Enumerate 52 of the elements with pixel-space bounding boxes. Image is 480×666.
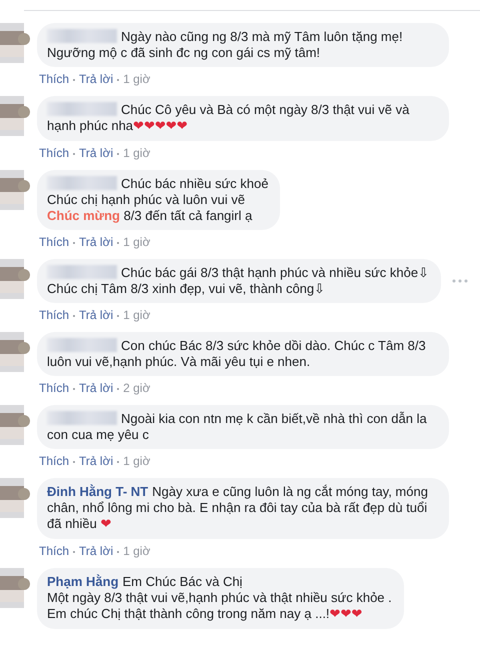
- action-link[interactable]: Thích: [39, 381, 70, 395]
- blurred-name: [47, 29, 117, 43]
- comment-text: Chúc bác nhiều sức khoẻ Chúc chị hạnh phúc và luôn vui vẽ Chúc mừng 8/3 đến tất cả fangirl ạ: [47, 176, 268, 224]
- action-link[interactable]: Thích: [39, 146, 70, 160]
- author-link[interactable]: Phạm Hằng: [47, 574, 119, 589]
- comment-text: Đinh Hằng T- NT Ngày xưa e cũng luôn là ng cắt móng tay, móng chân, nhổ lông mi cho bà. E nhận ra đôi tay của bà rất đẹp dù tuổi đã nhiều ❤: [47, 484, 429, 533]
- comment-time: 1 giờ: [123, 72, 150, 86]
- separator-dot: [73, 550, 76, 553]
- blurred-name: [47, 102, 117, 116]
- action-link[interactable]: Trả lời: [79, 544, 114, 558]
- blurred-name: [47, 338, 117, 352]
- comment-text: Chúc bác gái 8/3 thật hạnh phúc và nhiều sức khỏe⇩ Chúc chị Tâm 8/3 xinh đẹp, vui vẽ, thành công⇩: [47, 265, 430, 297]
- comment-time: 2 giờ: [123, 381, 150, 395]
- separator-dot: [117, 152, 120, 155]
- comment-text: Phạm Hằng Em Chúc Bác và Chị Một ngày 8/3 thật vui vẽ,hạnh phúc và thật nhiều sức khỏe . Em chúc Chị thật thành công trong năm nay ạ ...!❤❤❤: [47, 574, 392, 623]
- comment-text: Ngày nào cũng ng 8/3 mà mỹ Tâm luôn tặng mẹ! Ngưỡng mộ c đã sinh đc ng con gái cs mỹ tâm!: [47, 29, 404, 61]
- action-link[interactable]: Thích: [39, 308, 70, 322]
- comment-time: 1 giờ: [123, 544, 150, 558]
- separator-dot: [73, 78, 76, 81]
- comment-text: Con chúc Bác 8/3 sức khỏe dồi dào. Chúc c Tâm 8/3 luôn vui vẽ,hạnh phúc. Và mãi yêu tụi e nhen.: [47, 338, 427, 370]
- separator-dot: [117, 242, 120, 244]
- action-link[interactable]: Trả lời: [79, 308, 114, 322]
- author-link[interactable]: Đinh Hằng T- NT: [47, 484, 148, 499]
- blurred-name: [47, 265, 117, 279]
- comment-text: Chúc Cô yêu và Bà có một ngày 8/3 thật vui vẽ và hạnh phúc nha❤❤❤❤❤: [47, 102, 410, 135]
- action-link[interactable]: Thích: [39, 454, 70, 468]
- separator-dot: [117, 78, 120, 81]
- blurred-name: [47, 411, 117, 425]
- action-link[interactable]: Trả lời: [79, 454, 114, 468]
- action-link[interactable]: Trả lời: [79, 72, 114, 86]
- separator-dot: [73, 152, 76, 155]
- comment-time: 1 giờ: [123, 454, 150, 468]
- separator-dot: [117, 460, 120, 463]
- action-link[interactable]: Thích: [39, 72, 70, 86]
- separator-dot: [117, 314, 120, 317]
- action-link[interactable]: Thích: [39, 235, 70, 249]
- separator-dot: [73, 460, 76, 463]
- separator-dot: [117, 550, 120, 553]
- more-icon[interactable]: [451, 278, 470, 284]
- action-link[interactable]: Thích: [39, 544, 70, 558]
- comment-time: 1 giờ: [123, 235, 150, 249]
- action-link[interactable]: Trả lời: [79, 381, 114, 395]
- comment-text: Ngoài kia con ntn mẹ k cần biết,về nhà thì con dẫn la con cua mẹ yêu c: [47, 411, 428, 443]
- comment-time: 1 giờ: [123, 308, 150, 322]
- comment-time: 1 giờ: [123, 146, 150, 160]
- separator-dot: [73, 314, 76, 317]
- separator-dot: [73, 388, 76, 390]
- separator-dot: [117, 388, 120, 390]
- action-link[interactable]: Trả lời: [79, 235, 114, 249]
- separator-dot: [73, 242, 76, 244]
- action-link[interactable]: Trả lời: [79, 146, 114, 160]
- blurred-name: [47, 176, 117, 190]
